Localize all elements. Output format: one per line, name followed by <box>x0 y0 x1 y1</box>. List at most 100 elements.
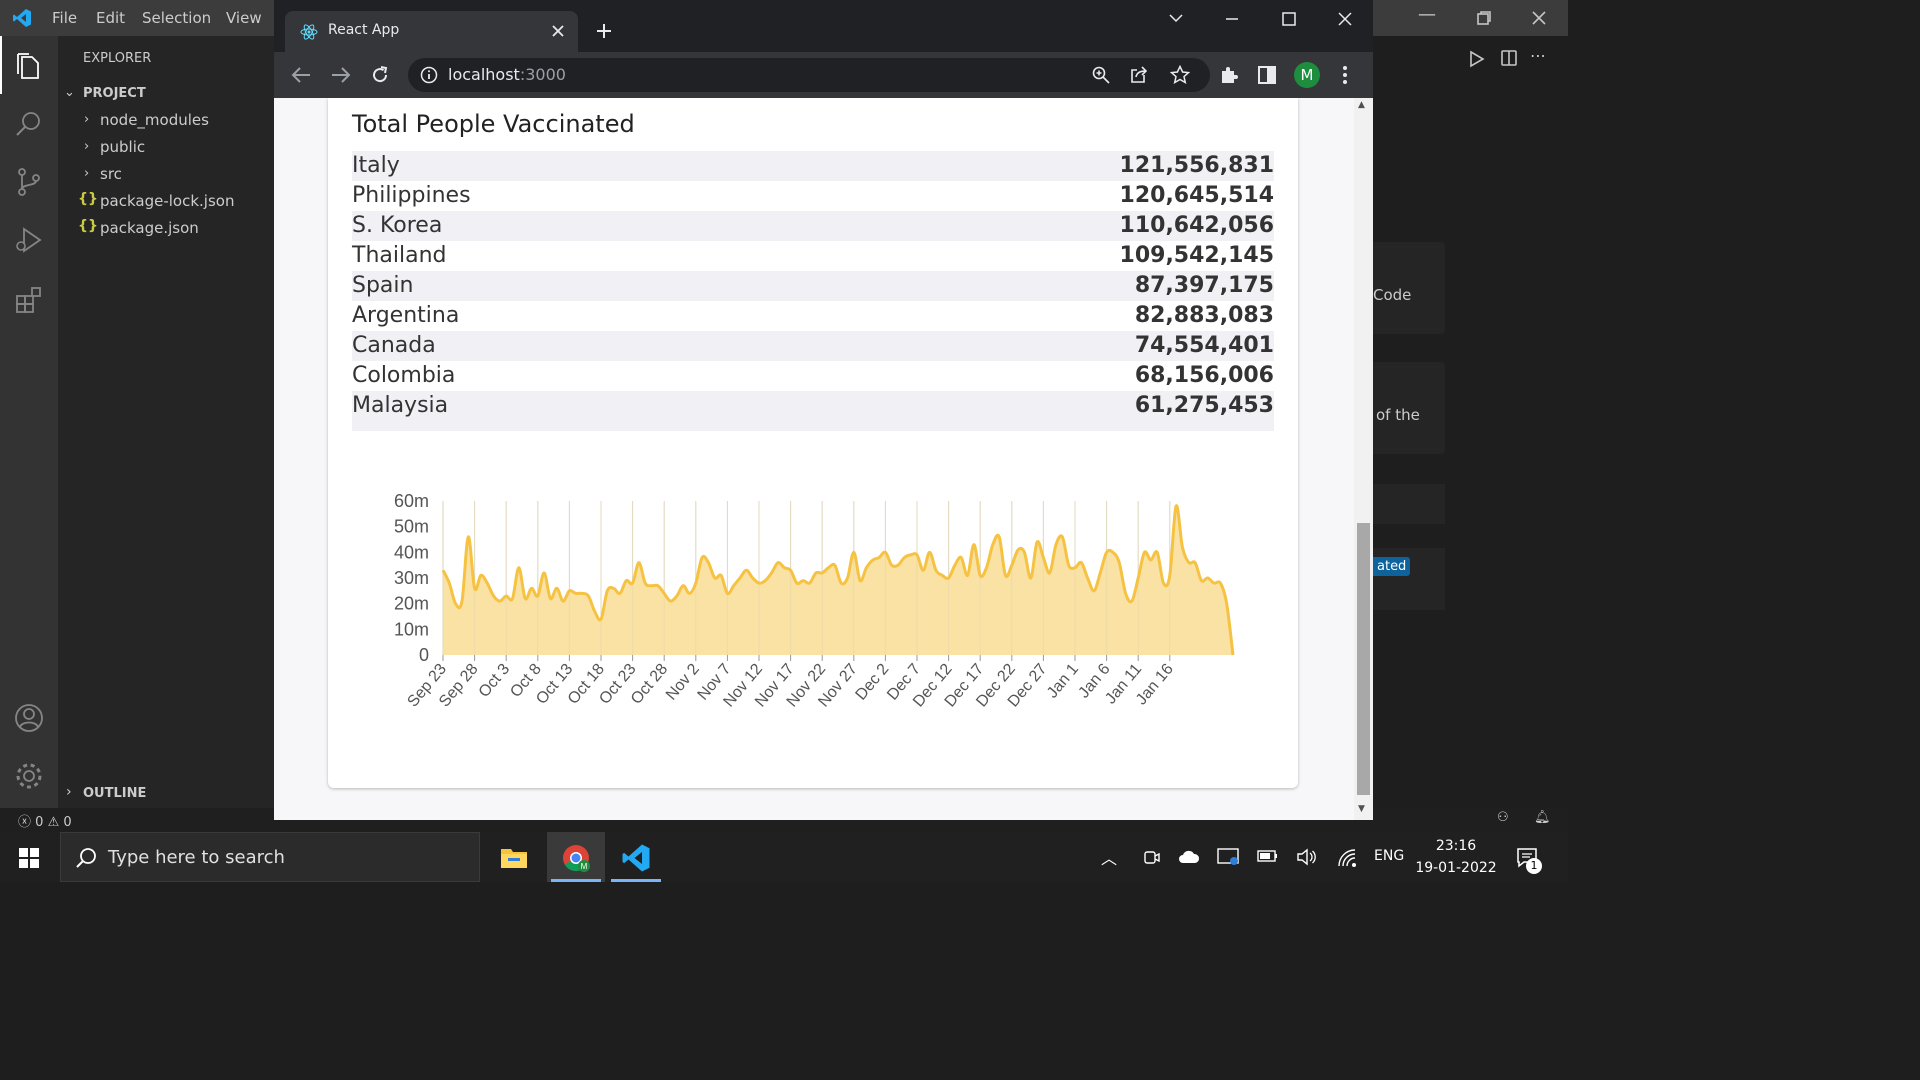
table-row: Canada 74,554,401 <box>352 331 1274 361</box>
vaccinated-table[interactable]: Italy 121,556,831 Philippines 120,645,514 … <box>328 151 1298 431</box>
scroll-down-arrow-icon[interactable]: ▼ <box>1358 804 1365 814</box>
vaccinated-count: 109,542,145 <box>1119 243 1274 268</box>
wifi-icon[interactable] <box>1336 847 1358 867</box>
battery-icon[interactable] <box>1257 849 1279 863</box>
browser-menu-icon[interactable] <box>1342 65 1348 85</box>
tree-item-public[interactable]: › public <box>58 136 274 160</box>
volume-icon[interactable] <box>1296 848 1316 866</box>
scroll-up-arrow-icon[interactable]: ▲ <box>1358 100 1365 110</box>
react-logo-icon <box>300 24 318 40</box>
welcome-card[interactable]: ated <box>1373 548 1445 610</box>
welcome-card[interactable]: of the <box>1373 362 1445 454</box>
zoom-icon[interactable] <box>1092 66 1110 84</box>
tree-item-label: src <box>100 165 122 183</box>
x-tick-label: Nov 2 <box>663 661 703 704</box>
tree-item-package-json[interactable]: {} package.json <box>58 217 274 241</box>
problems-indicator[interactable]: ⓧ 0 ⚠ 0 <box>18 811 72 830</box>
explorer-icon[interactable] <box>13 50 45 82</box>
share-icon[interactable] <box>1130 66 1148 84</box>
show-hidden-icons-chevron-icon[interactable]: ︿ <box>1101 845 1117 869</box>
onedrive-cloud-icon[interactable] <box>1178 850 1200 864</box>
vaccinated-count: 74,554,401 <box>1134 333 1274 358</box>
welcome-card[interactable]: Code <box>1373 242 1445 334</box>
y-tick-label: 60m <box>394 491 429 511</box>
vaccinated-count: 110,642,056 <box>1119 213 1274 238</box>
more-actions-icon[interactable]: ⋯ <box>1530 46 1546 65</box>
tab-close-icon[interactable] <box>552 25 564 37</box>
badge: ated <box>1373 557 1411 576</box>
tree-item-src[interactable]: › src <box>58 163 274 187</box>
taskbar-vscode[interactable] <box>607 832 665 882</box>
tab-search-icon[interactable] <box>1169 13 1183 23</box>
country-name: Spain <box>352 273 414 298</box>
meet-now-icon[interactable] <box>1142 848 1160 866</box>
tree-item-label: package.json <box>100 219 199 237</box>
language-indicator[interactable]: ENG <box>1374 848 1404 864</box>
tab-title: React App <box>328 22 400 38</box>
menu-edit[interactable]: Edit <box>96 9 125 27</box>
settings-gear-icon[interactable] <box>13 760 45 792</box>
source-control-icon[interactable] <box>13 166 45 198</box>
back-arrow-icon[interactable] <box>291 66 311 84</box>
profile-avatar[interactable]: M <box>1294 62 1320 88</box>
feedback-icon[interactable]: ⚇ <box>1497 810 1509 825</box>
address-bar[interactable]: localhost:3000 <box>408 58 1210 92</box>
browser-minimize-button[interactable] <box>1225 17 1239 21</box>
search-icon[interactable] <box>13 108 45 140</box>
accounts-icon[interactable] <box>13 702 45 734</box>
bell-icon[interactable]: 🔔︎ <box>1534 810 1551 825</box>
vscode-close-button[interactable] <box>1532 11 1546 25</box>
menu-selection[interactable]: Selection <box>142 9 211 27</box>
tree-item-package-lock-json[interactable]: {} package-lock.json <box>58 190 274 214</box>
browser-close-button[interactable] <box>1338 12 1352 26</box>
windows-start-icon[interactable] <box>19 848 39 868</box>
file-explorer-icon[interactable] <box>500 845 528 869</box>
y-tick-label: 50m <box>394 517 429 537</box>
run-debug-icon[interactable] <box>13 224 45 256</box>
menu-file[interactable]: File <box>52 9 77 27</box>
extensions-icon[interactable] <box>13 284 45 316</box>
welcome-card-text: of the <box>1376 406 1420 424</box>
url-text: localhost:3000 <box>448 65 566 84</box>
vaccinated-count: 120,645,514 <box>1119 183 1274 208</box>
menu-view[interactable]: View <box>226 9 262 27</box>
table-row: Thailand 109,542,145 <box>352 241 1274 271</box>
windows-taskbar: Type here to search M ︿ ENG 23:16 19-01-… <box>0 832 1568 882</box>
taskbar-search-box[interactable]: Type here to search <box>60 832 480 882</box>
y-tick-label: 40m <box>394 542 429 562</box>
vaccinated-count: 82,883,083 <box>1134 303 1274 328</box>
table-row: Malaysia 61,275,453 <box>352 391 1274 421</box>
forward-arrow-icon[interactable] <box>331 66 351 84</box>
browser-tab[interactable]: React App <box>285 11 578 52</box>
taskbar-chrome[interactable]: M <box>547 832 605 882</box>
dashboard-card: Total People Vaccinated Italy 121,556,831… <box>328 98 1298 788</box>
outline-section-header[interactable]: › OUTLINE <box>58 783 274 805</box>
clock[interactable]: 23:16 19-01-2022 <box>1410 836 1502 878</box>
display-icon[interactable] <box>1217 847 1239 867</box>
extensions-puzzle-icon[interactable] <box>1219 65 1239 85</box>
project-section-header[interactable]: ⌄ PROJECT <box>58 83 274 105</box>
welcome-card[interactable] <box>1373 484 1445 524</box>
split-editor-icon[interactable] <box>1500 49 1518 67</box>
reload-icon[interactable] <box>370 65 390 85</box>
page-scrollbar[interactable]: ▲ ▼ <box>1354 98 1373 820</box>
tree-item-node-modules[interactable]: › node_modules <box>58 109 274 133</box>
table-row: Italy 121,556,831 <box>352 151 1274 181</box>
svg-text:M: M <box>581 862 588 871</box>
run-icon[interactable] <box>1468 50 1486 68</box>
chrome-icon: M <box>563 845 590 872</box>
vscode-restore-button[interactable] <box>1477 11 1491 25</box>
browser-maximize-button[interactable] <box>1282 12 1296 26</box>
bookmark-star-icon[interactable] <box>1170 65 1190 85</box>
vscode-minimize-button[interactable]: — <box>1418 4 1436 25</box>
warning-icon: ⚠ <box>47 815 60 830</box>
new-tab-icon[interactable] <box>596 23 612 39</box>
side-panel-icon[interactable] <box>1258 66 1276 84</box>
error-icon: ⓧ <box>18 815 32 830</box>
country-name: Philippines <box>352 183 471 208</box>
scrollbar-thumb[interactable] <box>1357 523 1370 795</box>
vaccinated-count: 87,397,175 <box>1134 273 1274 298</box>
browser-tabstrip: React App <box>274 0 1373 52</box>
url-host: localhost <box>448 65 520 84</box>
site-info-icon[interactable] <box>420 66 438 84</box>
